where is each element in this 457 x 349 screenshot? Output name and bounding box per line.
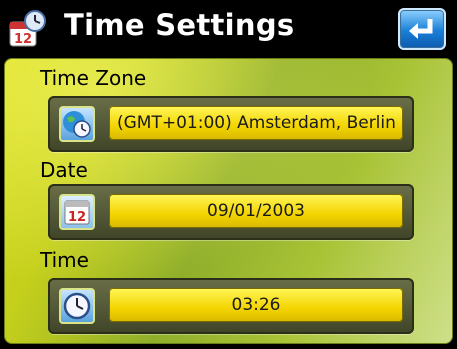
date-field[interactable]: 09/01/2003 (109, 194, 403, 228)
timezone-label: Time Zone (40, 66, 147, 90)
time-label: Time (40, 248, 89, 272)
timezone-field[interactable]: (GMT+01:00) Amsterdam, Berlin (109, 106, 403, 140)
calendar-icon: 12 (59, 194, 95, 230)
back-button[interactable] (398, 8, 446, 50)
title-bar: 12 Time Settings (0, 0, 457, 58)
title-icon-text: 12 (14, 32, 32, 47)
settings-panel: Time Zone (GMT+01:00) Amsterdam, Berlin … (4, 58, 453, 344)
globe-clock-icon (59, 106, 95, 142)
date-label: Date (40, 158, 88, 182)
clock-icon (59, 288, 95, 324)
time-row[interactable]: 03:26 (48, 278, 414, 334)
enter-return-icon (409, 19, 433, 39)
time-field[interactable]: 03:26 (109, 288, 403, 322)
date-row[interactable]: 12 09/01/2003 (48, 184, 414, 240)
calendar-clock-icon: 12 (8, 10, 46, 48)
page-title: Time Settings (64, 8, 295, 42)
calendar-icon-text: 12 (68, 210, 86, 225)
timezone-row[interactable]: (GMT+01:00) Amsterdam, Berlin (48, 96, 414, 152)
